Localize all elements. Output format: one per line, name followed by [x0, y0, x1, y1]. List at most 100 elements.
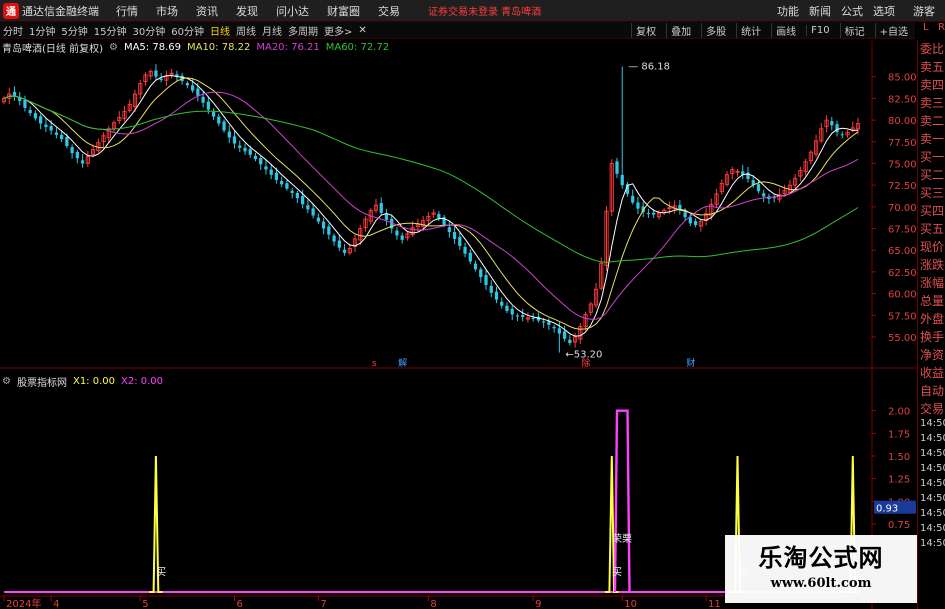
main-y-label: 77.50	[888, 138, 917, 149]
ma5-value: MA5: 78.69	[123, 41, 181, 53]
candle-body	[211, 111, 216, 117]
side-time: 14:50	[920, 463, 945, 474]
candle-body	[452, 232, 457, 239]
candle-body	[49, 125, 53, 131]
side-item[interactable]: 买二	[918, 166, 945, 184]
event-marker: 解	[398, 357, 407, 369]
candle-body	[542, 321, 546, 323]
side-item[interactable]: 交易	[918, 400, 945, 418]
quote-side-panel: LR 委比 卖五 卖四 卖三 卖二 卖一 买一 买二 买三 买四 买五 现价 涨跌 涨幅 总量 外盘 换手 净资收…	[917, 22, 945, 609]
indicator-settings-icon[interactable]: ⚙	[2, 376, 11, 387]
candle-body	[447, 227, 451, 232]
side-item[interactable]: 收益	[918, 364, 945, 382]
side-item[interactable]: 卖四	[918, 76, 945, 94]
watermark-url: www.60lt.com	[770, 576, 872, 591]
candle-body	[206, 101, 210, 110]
side-item[interactable]: 买五	[918, 220, 945, 238]
candle-body	[473, 263, 478, 270]
x-label: 9	[535, 599, 541, 609]
app-window: 通 通达信金融终端 行情 市场 资讯 发现 问小达 财富圈 交易 证券交易未登录…	[0, 0, 945, 609]
x-label: 5	[142, 599, 148, 609]
candle-body	[384, 213, 389, 220]
candle-body	[248, 149, 252, 155]
side-item[interactable]: 卖三	[918, 94, 945, 112]
candle-body	[756, 184, 761, 192]
side-items: 委比 卖五 卖四 卖三 卖二 卖一 买一 买二 买三 买四 买五 现价 涨跌 涨幅 总量 外盘 换手 净资 收益 自动…	[918, 40, 945, 418]
ma20-value: MA20: 76.21	[256, 41, 320, 53]
event-marker: s	[372, 359, 377, 369]
side-item[interactable]: 现价	[918, 238, 945, 256]
main-y-label: 67.50	[888, 225, 917, 236]
side-time: 14:50	[920, 508, 945, 519]
x2-block	[613, 409, 631, 593]
candle-body	[484, 275, 488, 285]
candle-body	[479, 269, 483, 278]
candle-body	[54, 132, 59, 135]
chart-area[interactable]: 85.00 82.50 80.00 77.50 75.00 72.50 70.00 67.50…	[0, 0, 945, 609]
candle-body	[840, 134, 844, 136]
side-item[interactable]: 买四	[918, 202, 945, 220]
signal-label: 买	[612, 567, 622, 579]
ind-y-label: 0.75	[888, 520, 910, 531]
side-item[interactable]: 涨幅	[918, 274, 945, 292]
watermark-title: 乐淘公式网	[758, 544, 884, 572]
candle-body	[683, 212, 687, 218]
candle-body	[154, 70, 158, 77]
indicator-name[interactable]: 股票指标网	[17, 374, 67, 389]
candle-body	[557, 328, 561, 334]
side-item[interactable]: 自动	[918, 382, 945, 400]
candle-body	[568, 339, 572, 344]
signal-label: 买	[156, 567, 166, 579]
candle-body	[44, 124, 48, 128]
candle-body	[437, 213, 441, 219]
candle-body	[615, 161, 619, 174]
candle-body	[562, 331, 567, 339]
side-letter-1[interactable]: R	[938, 22, 945, 38]
candle-body	[306, 205, 310, 210]
x-label: 6	[237, 599, 243, 609]
side-letter-0[interactable]: L	[923, 22, 929, 38]
candle-body	[316, 217, 320, 222]
x-label: 7	[320, 599, 326, 609]
side-item[interactable]: 卖五	[918, 58, 945, 76]
candle-body	[463, 246, 467, 254]
candle-body	[510, 308, 514, 315]
x-label: 2024年	[6, 597, 41, 609]
candle-body	[60, 134, 64, 140]
main-y-label: 55.00	[888, 333, 917, 344]
candle-body	[232, 136, 237, 144]
candle-body	[295, 192, 300, 199]
main-chart-info: 青岛啤酒(日线 前复权) ⚙ MA5: 78.69 MA10: 78.22 MA…	[0, 40, 395, 55]
side-item[interactable]: 卖二	[918, 112, 945, 130]
candle-body	[620, 174, 624, 186]
candle-body	[159, 78, 163, 81]
candle-body	[185, 83, 189, 86]
candle-body	[521, 315, 525, 318]
candle-body	[39, 116, 43, 124]
side-item[interactable]: 买一	[918, 148, 945, 166]
main-y-label: 70.00	[888, 203, 917, 214]
side-item[interactable]: 换手	[918, 328, 945, 346]
side-item[interactable]: 总量	[918, 292, 945, 310]
current-value-label: 0.93	[876, 504, 898, 515]
candle-body	[631, 195, 635, 203]
candle-body	[75, 152, 79, 159]
side-time: 14:50	[920, 418, 945, 429]
candle-body	[301, 196, 305, 205]
main-y-label: 60.00	[888, 290, 917, 301]
side-letters: LR	[923, 22, 945, 38]
candle-body	[217, 116, 221, 124]
side-item[interactable]: 卖一	[918, 130, 945, 148]
candle-body	[311, 208, 315, 216]
side-time: 14:50	[920, 448, 945, 459]
side-item[interactable]: 净资	[918, 346, 945, 364]
side-item[interactable]: 涨跌	[918, 256, 945, 274]
candle-body	[400, 235, 404, 240]
side-item[interactable]: 买三	[918, 184, 945, 202]
candle-body	[33, 113, 38, 119]
candle-body	[80, 160, 85, 164]
side-item[interactable]: 委比	[918, 40, 945, 58]
side-item[interactable]: 外盘	[918, 310, 945, 328]
settings-gear-icon[interactable]: ⚙	[109, 42, 118, 53]
candle-body	[337, 240, 341, 248]
